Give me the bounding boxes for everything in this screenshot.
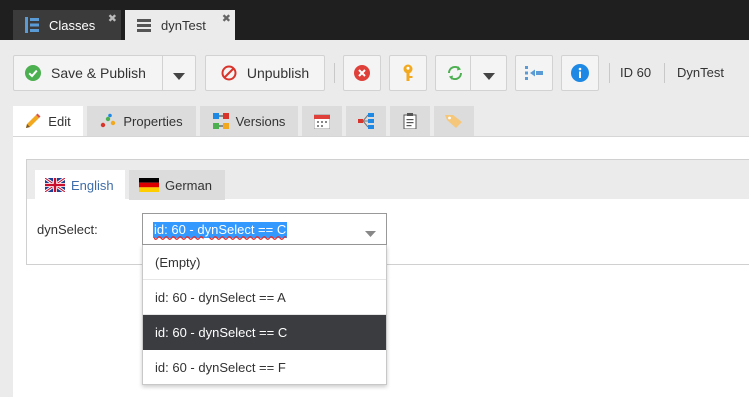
- pencil-icon: [25, 113, 41, 129]
- button-divider: [470, 56, 471, 90]
- delete-icon: [354, 65, 370, 81]
- chevron-down-icon[interactable]: [365, 226, 376, 241]
- button-divider: [162, 56, 163, 90]
- toolbar-separator: [334, 63, 335, 83]
- object-id: ID 60: [620, 65, 652, 80]
- tab-schedule[interactable]: [302, 106, 342, 136]
- tab-properties[interactable]: Properties: [87, 106, 196, 136]
- tab-english[interactable]: English: [35, 170, 125, 200]
- delete-button[interactable]: [343, 55, 381, 91]
- key-icon: [403, 64, 413, 81]
- german-flag-icon: [139, 178, 159, 192]
- dependencies-icon: [358, 113, 374, 129]
- tab-edit-label: Edit: [48, 113, 71, 129]
- tab-english-label: English: [71, 177, 114, 193]
- object-icon: [137, 18, 151, 32]
- chevron-down-icon: [173, 73, 185, 80]
- info-button[interactable]: [561, 55, 599, 91]
- tab-tags[interactable]: [434, 106, 474, 136]
- tag-icon: [445, 115, 462, 128]
- tab-dependencies[interactable]: [346, 106, 386, 136]
- tab-dyntest[interactable]: dynTest ✖: [125, 10, 235, 40]
- dynselect-dropdown-list: (Empty) id: 60 - dynSelect == A id: 60 -…: [142, 245, 387, 385]
- dropdown-option[interactable]: id: 60 - dynSelect == A: [143, 280, 386, 315]
- dropdown-option[interactable]: (Empty): [143, 245, 386, 280]
- toolbar-separator: [664, 63, 665, 83]
- tab-edit[interactable]: Edit: [13, 106, 83, 136]
- unpublish-button[interactable]: Unpublish: [205, 55, 325, 91]
- dropdown-option-selected[interactable]: id: 60 - dynSelect == C: [143, 315, 386, 350]
- check-icon: [25, 65, 41, 81]
- tab-properties-label: Properties: [123, 113, 183, 129]
- save-publish-button[interactable]: Save & Publish: [13, 55, 196, 91]
- tab-versions-label: Versions: [235, 113, 286, 129]
- tab-classes[interactable]: Classes ✖: [13, 10, 121, 40]
- rename-key-button[interactable]: [389, 55, 427, 91]
- chevron-down-icon: [483, 73, 495, 80]
- tab-german-label: German: [165, 177, 212, 193]
- reload-button[interactable]: [435, 55, 507, 91]
- tab-versions[interactable]: Versions: [200, 106, 298, 136]
- clipboard-icon: [403, 113, 417, 129]
- properties-icon: [100, 113, 116, 129]
- versions-icon: [212, 113, 229, 129]
- dynselect-label: dynSelect:: [37, 222, 98, 237]
- tab-notes[interactable]: [390, 106, 430, 136]
- ban-icon: [221, 65, 237, 81]
- calendar-icon: [314, 114, 330, 129]
- save-options-dropdown[interactable]: [173, 69, 185, 84]
- tab-dyntest-label: dynTest: [161, 17, 206, 33]
- toolbar-separator: [609, 63, 610, 83]
- tab-classes-label: Classes: [49, 17, 96, 33]
- object-name: DynTest: [677, 65, 724, 80]
- dropdown-option[interactable]: id: 60 - dynSelect == F: [143, 350, 386, 385]
- tree-locate-icon: [525, 66, 543, 80]
- uk-flag-icon: [45, 178, 65, 192]
- save-publish-label: Save & Publish: [51, 65, 146, 81]
- close-icon[interactable]: ✖: [222, 12, 231, 25]
- close-icon[interactable]: ✖: [108, 12, 117, 25]
- reload-icon: [446, 64, 464, 82]
- reload-options-dropdown[interactable]: [483, 69, 495, 84]
- classes-icon: [25, 17, 39, 33]
- tab-german[interactable]: German: [129, 170, 225, 200]
- dynselect-combobox[interactable]: id: 60 - dynSelect == C: [142, 213, 387, 245]
- dynselect-value: id: 60 - dynSelect == C: [153, 222, 288, 238]
- show-in-tree-button[interactable]: [515, 55, 553, 91]
- info-icon: [571, 64, 589, 82]
- unpublish-label: Unpublish: [246, 65, 310, 81]
